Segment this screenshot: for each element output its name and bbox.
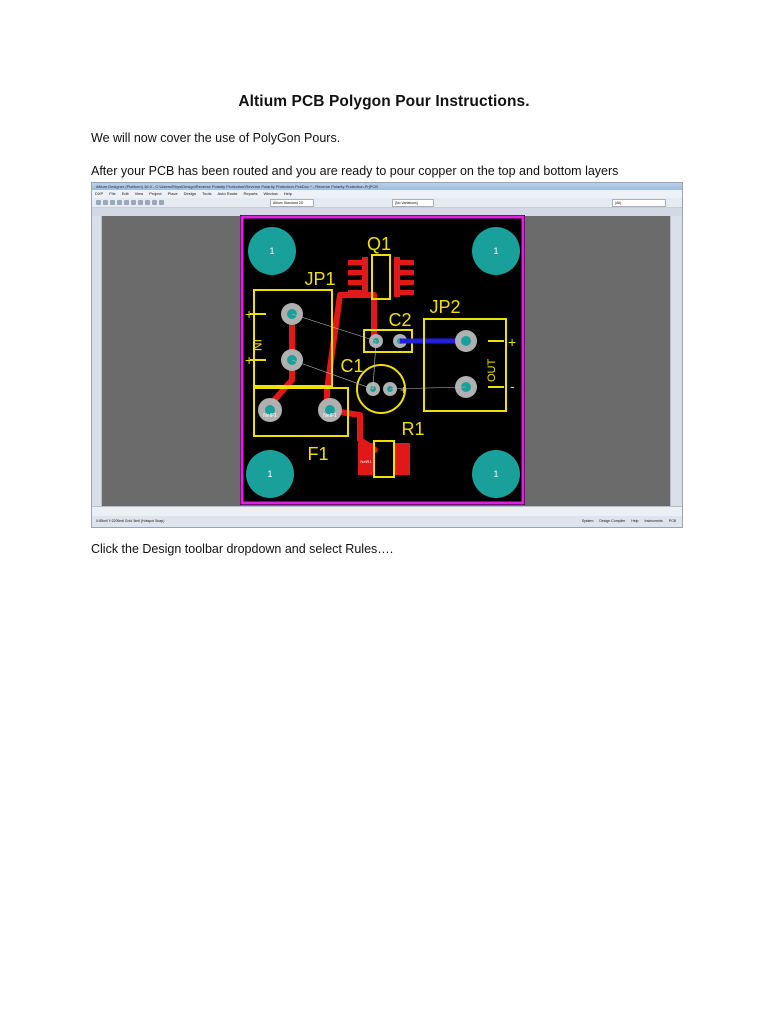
status-panel-button[interactable]: Design Compiler xyxy=(599,519,625,523)
zoom-icon[interactable] xyxy=(124,200,129,205)
new-icon[interactable] xyxy=(96,200,101,205)
redo-icon[interactable] xyxy=(138,200,143,205)
mount-hole-bottom-left: 1 xyxy=(246,450,294,498)
status-panel-button[interactable]: PCB xyxy=(669,519,676,523)
mount-hole-label: 1 xyxy=(493,469,498,479)
mount-hole-label: 1 xyxy=(269,246,274,256)
jp2-minus: - xyxy=(510,378,515,394)
print-icon[interactable] xyxy=(117,200,122,205)
r1-label: R1 xyxy=(401,419,424,439)
routing-paragraph: After your PCB has been routed and you a… xyxy=(91,164,619,178)
mount-hole-label: 1 xyxy=(493,246,498,256)
route-icon[interactable] xyxy=(159,200,164,205)
jp2-out-label: OUT xyxy=(486,359,498,383)
status-panel-button[interactable]: Instruments xyxy=(645,519,663,523)
status-panels: System Design Compiler Help Instruments PCB xyxy=(576,516,676,527)
variant-select[interactable]: [No Variations] xyxy=(392,199,434,207)
menu-item[interactable]: File xyxy=(109,191,115,196)
view-config-select[interactable]: Altium Standard 2D xyxy=(270,199,314,207)
r1-net-label: NetR1 xyxy=(360,459,372,464)
page-title: Altium PCB Polygon Pour Instructions. xyxy=(238,93,530,110)
menu-item[interactable]: View xyxy=(135,191,144,196)
menu-item[interactable]: Tools xyxy=(202,191,211,196)
q1-label: Q1 xyxy=(367,234,391,254)
undo-icon[interactable] xyxy=(131,200,136,205)
menu-item[interactable]: Window xyxy=(264,191,278,196)
left-panel-strip[interactable] xyxy=(92,216,102,515)
menu-item[interactable]: Edit xyxy=(122,191,129,196)
mount-hole-top-right: 1 xyxy=(472,227,520,275)
f1-net-label-1: NetF1 xyxy=(263,413,277,419)
pcb-board[interactable]: 1 1 1 1 Q1 JP1 IN + + NetF1 NetF1 F1 C2 … xyxy=(240,215,525,505)
intro-paragraph: We will now cover the use of PolyGon Pou… xyxy=(91,131,341,145)
move-icon[interactable] xyxy=(152,200,157,205)
c2-label: C2 xyxy=(388,310,411,330)
save-icon[interactable] xyxy=(110,200,115,205)
status-bar: X:85mil Y:2205mil Grid: 5mil (Hotspot Sn… xyxy=(92,516,682,527)
jp2-label: JP2 xyxy=(429,297,460,317)
menu-item[interactable]: Design xyxy=(184,191,196,196)
mount-hole-label: 1 xyxy=(267,469,272,479)
f1-net-label-2: NetF1 xyxy=(323,413,337,419)
right-panel-strip[interactable] xyxy=(670,216,682,515)
jp1-in-label: IN xyxy=(250,339,264,351)
status-panel-button[interactable]: System xyxy=(582,519,594,523)
menu-item[interactable]: Auto Route xyxy=(217,191,237,196)
layer-tabs: Top LayerBottom LayerMechanical 1Top Ove… xyxy=(92,506,682,516)
window-title-bar: Altium Designer (Platform) 16.0 - C:\Use… xyxy=(92,183,682,190)
filter-select[interactable]: (All) xyxy=(612,199,666,207)
menu-item[interactable]: Project xyxy=(149,191,161,196)
mount-hole-bottom-right: 1 xyxy=(472,450,520,498)
jp2-plus: + xyxy=(508,334,516,350)
c1-plus: + xyxy=(400,383,407,397)
main-toolbar: Altium Standard 2D [No Variations] (All) xyxy=(92,198,682,208)
menu-item[interactable]: DXP xyxy=(95,191,103,196)
menu-item[interactable]: Reports xyxy=(243,191,257,196)
menu-item[interactable]: Help xyxy=(284,191,292,196)
design-rules-paragraph: Click the Design toolbar dropdown and se… xyxy=(91,542,394,556)
jp1-label: JP1 xyxy=(304,269,335,289)
open-icon[interactable] xyxy=(103,200,108,205)
select-icon[interactable] xyxy=(145,200,150,205)
menu-item[interactable]: Place xyxy=(168,191,178,196)
menu-bar: DXP File Edit View Project Place Design Tools Au… xyxy=(92,190,682,198)
mount-hole-top-left: 1 xyxy=(248,227,296,275)
status-panel-button[interactable]: Help xyxy=(631,519,638,523)
status-coordinates: X:85mil Y:2205mil Grid: 5mil (Hotspot Sn… xyxy=(96,519,165,523)
f1-label: F1 xyxy=(307,444,328,464)
c1-label: C1 xyxy=(340,356,363,376)
